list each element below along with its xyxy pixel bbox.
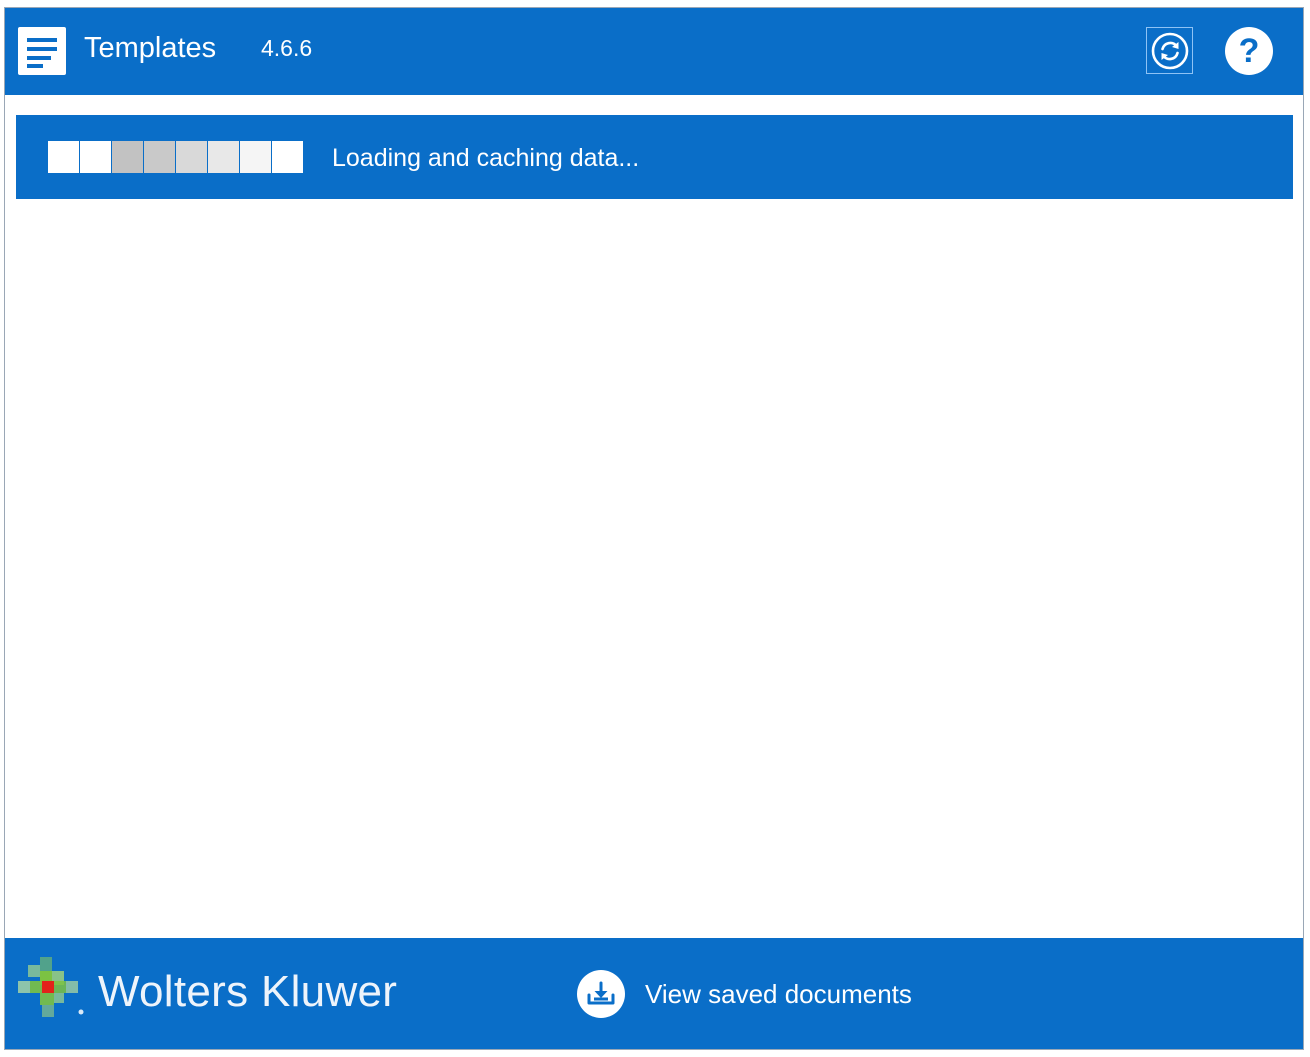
- header-bar: Templates 4.6.6 ?: [5, 8, 1303, 95]
- loading-status-bar: Loading and caching data...: [16, 115, 1293, 199]
- download-tray-icon: [577, 970, 625, 1018]
- brand-name: Wolters Kluwer: [98, 967, 398, 1016]
- loading-status-text: Loading and caching data...: [332, 144, 640, 172]
- view-saved-documents-label: View saved documents: [645, 979, 912, 1009]
- wolters-kluwer-logo: [18, 957, 84, 1017]
- footer-bar: Wolters Kluwer View saved documents: [5, 938, 1303, 1049]
- help-button[interactable]: ?: [1225, 27, 1273, 75]
- templates-window: Templates 4.6.6 ? Loading and caching da…: [4, 7, 1304, 1050]
- app-version: 4.6.6: [261, 35, 313, 61]
- view-saved-documents-link[interactable]: View saved documents: [577, 970, 912, 1018]
- help-icon: ?: [1238, 32, 1260, 70]
- refresh-icon: [1151, 32, 1188, 69]
- document-lines-icon[interactable]: [18, 27, 66, 75]
- app-title: Templates: [84, 32, 217, 64]
- loading-blocks-icon: [48, 141, 304, 173]
- refresh-button[interactable]: [1146, 27, 1193, 74]
